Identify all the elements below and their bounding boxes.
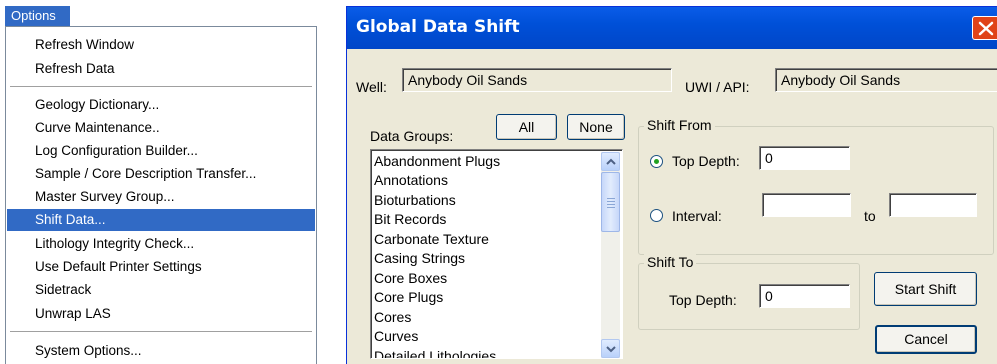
chevron-up-icon (606, 158, 616, 165)
scroll-up-button[interactable] (601, 152, 620, 171)
list-item[interactable]: Bit Records (374, 210, 446, 230)
all-button[interactable]: All (496, 114, 557, 140)
shift-from-legend: Shift From (644, 117, 715, 133)
menu-item-refresh-window[interactable]: Refresh Window (7, 34, 315, 56)
menu-separator (10, 86, 312, 87)
data-groups-list[interactable]: Abandonment Plugs Annotations Bioturbati… (370, 149, 623, 359)
options-menu: Refresh Window Refresh Data Geology Dict… (5, 26, 317, 364)
menu-item-unwrap-las[interactable]: Unwrap LAS (7, 303, 315, 325)
interval-to-input[interactable] (889, 193, 977, 217)
list-item[interactable]: Carbonate Texture (374, 230, 489, 250)
menu-item-lithology-integrity-check[interactable]: Lithology Integrity Check... (7, 233, 315, 255)
top-depth-radio[interactable] (650, 155, 663, 168)
chevron-down-icon (606, 346, 616, 353)
well-field[interactable]: Anybody Oil Sands (402, 68, 672, 92)
start-shift-button[interactable]: Start Shift (874, 272, 977, 306)
top-depth-label[interactable]: Top Depth: (672, 153, 740, 169)
uwi-api-label: UWI / API: (685, 79, 750, 95)
list-item[interactable]: Cores (374, 308, 411, 328)
list-item[interactable]: Core Plugs (374, 288, 443, 308)
scroll-down-button[interactable] (601, 339, 620, 358)
menu-item-shift-data[interactable]: Shift Data... (7, 209, 315, 231)
menu-item-refresh-data[interactable]: Refresh Data (7, 58, 315, 80)
menu-item-master-survey-group[interactable]: Master Survey Group... (7, 186, 315, 208)
menu-item-system-options[interactable]: System Options... (7, 340, 315, 362)
menu-item-log-configuration-builder[interactable]: Log Configuration Builder... (7, 140, 315, 162)
list-item[interactable]: Core Boxes (374, 269, 447, 289)
menu-separator (10, 331, 312, 332)
shift-to-legend: Shift To (644, 254, 697, 270)
scroll-thumb[interactable] (601, 172, 620, 232)
shift-to-top-depth-input[interactable]: 0 (759, 284, 850, 308)
interval-from-input[interactable] (762, 193, 851, 217)
menu-item-curve-maintenance[interactable]: Curve Maintenance.. (7, 117, 315, 139)
interval-radio[interactable] (650, 209, 663, 222)
shift-to-top-depth-label: Top Depth: (669, 292, 737, 308)
close-button[interactable] (972, 16, 997, 40)
well-label: Well: (356, 79, 387, 95)
menu-item-default-printer-settings[interactable]: Use Default Printer Settings (7, 256, 315, 278)
menu-item-sample-core-transfer[interactable]: Sample / Core Description Transfer... (7, 163, 315, 185)
menu-item-geology-dictionary[interactable]: Geology Dictionary... (7, 94, 315, 116)
menu-item-sidetrack[interactable]: Sidetrack (7, 279, 315, 301)
shift-from-top-depth-input[interactable]: 0 (759, 146, 850, 170)
list-item[interactable]: Curves (374, 327, 418, 347)
global-data-shift-dialog: Global Data Shift Well: Anybody Oil Sand… (346, 6, 997, 364)
uwi-api-field[interactable]: Anybody Oil Sands (775, 68, 997, 92)
dialog-title: Global Data Shift (356, 17, 520, 37)
list-item[interactable]: Casing Strings (374, 249, 465, 269)
list-item[interactable]: Bioturbations (374, 191, 456, 211)
cancel-button[interactable]: Cancel (875, 325, 977, 354)
list-item[interactable]: Detailed Lithologies (374, 347, 496, 358)
close-icon (978, 21, 994, 36)
list-item[interactable]: Abandonment Plugs (374, 152, 500, 172)
list-scrollbar[interactable] (601, 152, 620, 358)
list-item[interactable]: Annotations (374, 171, 448, 191)
dialog-titlebar[interactable]: Global Data Shift (347, 7, 997, 49)
radio-selected-dot (654, 159, 659, 164)
none-button[interactable]: None (567, 114, 625, 140)
interval-label[interactable]: Interval: (672, 208, 722, 224)
options-menu-title[interactable]: Options (5, 6, 70, 26)
to-label: to (864, 208, 876, 224)
data-groups-label: Data Groups: (370, 128, 454, 144)
